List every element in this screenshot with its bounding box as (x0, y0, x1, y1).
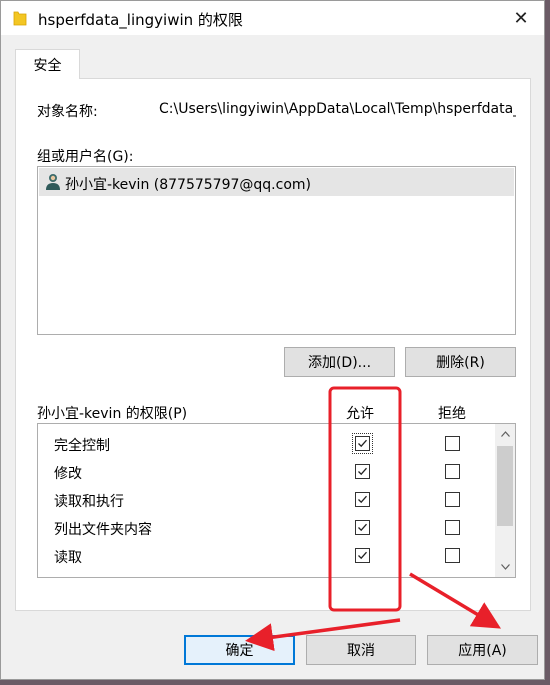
chevron-down-icon (500, 564, 510, 570)
scroll-down-button[interactable] (495, 557, 515, 577)
permission-name: 完全控制 (54, 438, 110, 454)
object-name-label: 对象名称: (37, 104, 98, 120)
permissions-label: 孙小宜-kevin 的权限(P) (37, 406, 188, 422)
object-path: C:\Users\lingyiwin\AppData\Local\Temp\hs… (159, 101, 516, 117)
user-icon (46, 174, 60, 190)
add-button-label: 添加(D)... (307, 355, 372, 371)
window-title: hsperfdata_lingyiwin 的权限 (38, 11, 243, 29)
permission-row: 列出文件夹内容 (38, 514, 493, 542)
deny-checkbox[interactable] (445, 464, 460, 479)
check-icon (358, 551, 367, 560)
permission-row: 完全控制 (38, 430, 493, 458)
close-button[interactable]: ✕ (506, 3, 536, 33)
user-name: 孙小宜-kevin (877575797@qq.com) (65, 177, 311, 193)
apply-button-label: 应用(A) (458, 643, 507, 659)
permissions-list: 完全控制 修改 读取和执行 列出文件夹内容 读取 (37, 423, 516, 578)
deny-checkbox[interactable] (445, 548, 460, 563)
permission-name: 修改 (54, 466, 82, 482)
group-user-label: 组或用户名(G): (37, 149, 134, 165)
add-user-button[interactable]: 添加(D)... (284, 347, 395, 377)
ok-button-label: 确定 (225, 643, 254, 659)
permissions-dialog: hsperfdata_lingyiwin 的权限 ✕ 安全 对象名称: C:\U… (0, 0, 545, 680)
permission-name: 列出文件夹内容 (54, 522, 152, 538)
folder-icon (13, 11, 27, 26)
title-bar: hsperfdata_lingyiwin 的权限 ✕ (1, 1, 544, 35)
allow-column-header: 允许 (346, 406, 374, 422)
ok-button[interactable]: 确定 (184, 635, 295, 665)
allow-checkbox[interactable] (355, 548, 370, 563)
cancel-button-label: 取消 (347, 643, 375, 659)
scroll-thumb[interactable] (497, 446, 513, 526)
tab-security[interactable]: 安全 (15, 49, 80, 79)
chevron-up-icon (500, 431, 510, 437)
cancel-button[interactable]: 取消 (306, 635, 416, 665)
apply-button[interactable]: 应用(A) (427, 635, 538, 665)
user-list[interactable]: 孙小宜-kevin (877575797@qq.com) (37, 166, 516, 335)
allow-checkbox[interactable] (355, 492, 370, 507)
allow-checkbox[interactable] (355, 464, 370, 479)
permission-row: 读取和执行 (38, 486, 493, 514)
close-icon: ✕ (513, 7, 529, 29)
check-icon (358, 495, 367, 504)
remove-button-label: 删除(R) (436, 355, 485, 371)
remove-user-button[interactable]: 删除(R) (405, 347, 516, 377)
permissions-scrollbar[interactable] (495, 424, 515, 577)
deny-checkbox[interactable] (445, 520, 460, 535)
check-icon (358, 523, 367, 532)
deny-checkbox[interactable] (445, 436, 460, 451)
deny-checkbox[interactable] (445, 492, 460, 507)
permission-row: 修改 (38, 458, 493, 486)
permission-name: 读取 (54, 550, 82, 566)
tab-security-label: 安全 (33, 57, 62, 74)
check-icon (358, 467, 367, 476)
allow-checkbox[interactable] (352, 433, 373, 454)
permission-row: 读取 (38, 542, 493, 570)
allow-checkbox[interactable] (355, 520, 370, 535)
permission-name: 读取和执行 (54, 494, 124, 510)
scroll-up-button[interactable] (495, 424, 515, 444)
user-list-item[interactable]: 孙小宜-kevin (877575797@qq.com) (39, 168, 514, 196)
deny-column-header: 拒绝 (438, 406, 466, 422)
check-icon (358, 439, 367, 448)
